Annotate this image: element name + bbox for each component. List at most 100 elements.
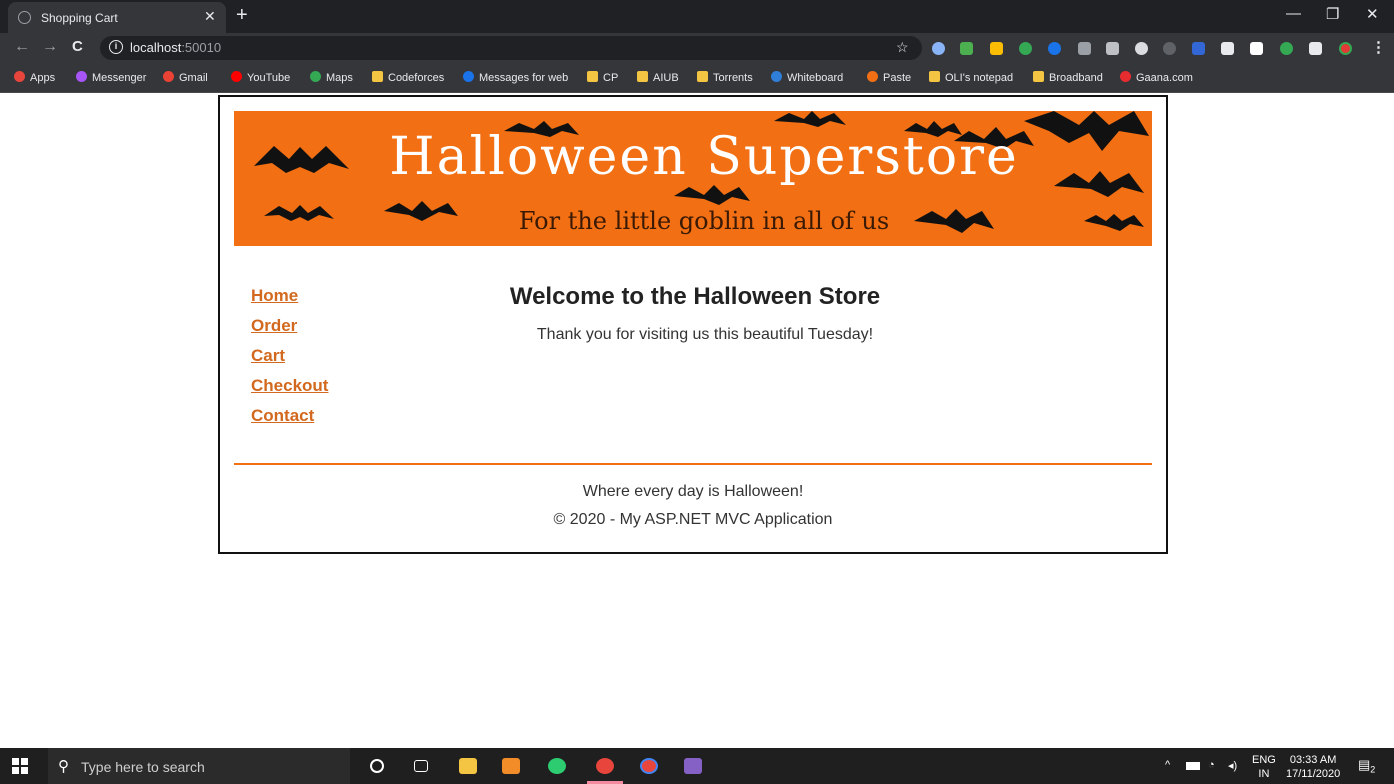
maps-icon	[310, 71, 321, 82]
bookmark-item[interactable]: Paste	[867, 71, 911, 84]
banner-title: Halloween Superstore	[389, 127, 1019, 187]
task-view-icon[interactable]	[414, 760, 428, 772]
extension-trello-icon[interactable]	[1192, 42, 1205, 55]
youtube-icon	[231, 71, 242, 82]
bookmark-label: YouTube	[247, 72, 291, 84]
wifi-icon[interactable]: ◔	[1208, 759, 1215, 771]
welcome-message: Thank you for visiting us this beautiful…	[536, 326, 874, 343]
clock-time: 03:33 AM	[1289, 754, 1337, 766]
bookmark-item[interactable]: Torrents	[697, 71, 753, 84]
bookmark-item[interactable]: Maps	[310, 71, 353, 84]
language-indicator[interactable]: ENG IN	[1252, 753, 1276, 781]
clock-date: 17/11/2020	[1286, 768, 1341, 780]
new-tab-button[interactable]: +	[236, 4, 248, 27]
bookmark-item[interactable]: Messages for web	[463, 71, 568, 84]
google-drive-icon[interactable]	[990, 42, 1003, 55]
footer-tagline: Where every day is Halloween!	[582, 483, 804, 500]
bookmark-item[interactable]: Gaana.com	[1120, 71, 1193, 84]
nav-link-home[interactable]: Home	[251, 285, 328, 315]
gmail-icon	[163, 71, 174, 82]
url-host: localhost	[130, 40, 182, 55]
bookmark-label: Whiteboard	[787, 72, 844, 84]
url-port: :50010	[181, 40, 222, 55]
bookmark-label: Messenger	[92, 72, 147, 84]
cortana-icon[interactable]	[370, 759, 384, 773]
page-heading: Welcome to the Halloween Store	[509, 283, 881, 310]
extension-window-icon[interactable]	[1106, 42, 1119, 55]
extension-screen-icon[interactable]	[1250, 42, 1263, 55]
grammarly-icon[interactable]	[1019, 42, 1032, 55]
extension-blue-icon[interactable]	[1048, 42, 1061, 55]
bookmark-label: Torrents	[713, 72, 753, 84]
volume-icon[interactable]: ◂)	[1228, 759, 1237, 772]
footer-divider	[234, 463, 1152, 465]
extension-green-icon[interactable]	[1280, 42, 1293, 55]
bookmark-label: Maps	[326, 72, 353, 84]
lang-code: ENG	[1252, 754, 1276, 766]
extension-globe-dim-icon[interactable]	[1163, 42, 1176, 55]
visual-studio-icon[interactable]	[684, 758, 702, 774]
bookmark-item[interactable]: CP	[587, 71, 618, 84]
footer-copyright: © 2020 - My ASP.NET MVC Application	[553, 511, 833, 528]
nav-link-checkout[interactable]: Checkout	[251, 375, 328, 405]
paste-icon	[867, 71, 878, 82]
bookmark-item[interactable]: OLI's notepad	[929, 71, 1013, 84]
reload-button[interactable]: C	[72, 38, 83, 55]
bookmark-item[interactable]: Codeforces	[372, 71, 444, 84]
taskbar-search-box[interactable]: ⚲ Type here to search	[48, 748, 350, 784]
address-url: localhost:50010	[130, 40, 221, 55]
folder-icon	[697, 71, 708, 82]
minimize-button[interactable]: —	[1286, 5, 1301, 22]
file-explorer-icon[interactable]	[459, 758, 477, 774]
extension-leaf-icon[interactable]	[1078, 42, 1091, 55]
notification-icon[interactable]: ▤2	[1358, 757, 1375, 775]
sidebar-nav: Home Order Cart Checkout Contact	[251, 285, 328, 435]
tray-chevron-icon[interactable]: ^	[1165, 759, 1170, 771]
chrome-profile-icon[interactable]	[640, 758, 658, 774]
profile-avatar[interactable]	[1339, 42, 1352, 55]
folder-icon	[1033, 71, 1044, 82]
sublime-text-icon[interactable]	[502, 758, 520, 774]
bookmark-item[interactable]: Broadband	[1033, 71, 1103, 84]
extensions-puzzle-icon[interactable]	[1309, 42, 1322, 55]
site-container: Halloween Superstore For the little gobl…	[218, 95, 1168, 554]
menu-kebab-icon[interactable]: ⋮	[1371, 38, 1386, 56]
browser-tab-strip: Shopping Cart ✕ + — ❐ ✕	[0, 0, 1394, 33]
system-clock[interactable]: 03:33 AM 17/11/2020	[1286, 753, 1340, 781]
bookmark-label: Messages for web	[479, 72, 569, 84]
extension-shield-icon[interactable]	[932, 42, 945, 55]
nav-link-contact[interactable]: Contact	[251, 405, 328, 435]
folder-icon	[587, 71, 598, 82]
battery-icon[interactable]	[1186, 762, 1200, 770]
bookmark-label: Paste	[883, 72, 912, 84]
bookmark-label: Codeforces	[388, 72, 445, 84]
forward-button[interactable]: →	[42, 38, 58, 56]
bookmark-item[interactable]: Whiteboard	[771, 71, 843, 84]
restore-button[interactable]: ❐	[1326, 5, 1339, 23]
bookmark-item[interactable]: Messenger	[76, 71, 146, 84]
nav-link-order[interactable]: Order	[251, 315, 328, 345]
bookmark-item[interactable]: Gmail	[163, 71, 208, 84]
chrome-icon[interactable]	[596, 758, 614, 774]
bookmark-item[interactable]: YouTube	[231, 71, 290, 84]
tab-close-icon[interactable]: ✕	[204, 8, 216, 25]
extension-globe-icon[interactable]	[1135, 42, 1148, 55]
extension-drive-icon[interactable]	[1221, 42, 1234, 55]
extension-translate-icon[interactable]	[960, 42, 973, 55]
notification-count: 2	[1370, 764, 1376, 775]
app-green-icon[interactable]	[548, 758, 566, 774]
windows-start-icon[interactable]	[12, 758, 28, 774]
tab-shopping-cart[interactable]: Shopping Cart ✕	[8, 2, 226, 33]
bookmark-label: OLI's notepad	[945, 72, 1014, 84]
back-button[interactable]: ←	[14, 38, 30, 56]
info-icon[interactable]: i	[109, 40, 123, 54]
bookmark-item[interactable]: Apps	[14, 71, 55, 84]
close-window-button[interactable]: ✕	[1366, 5, 1379, 23]
folder-icon	[372, 71, 383, 82]
whiteboard-icon	[771, 71, 782, 82]
bookmark-star-icon[interactable]: ☆	[896, 39, 909, 56]
nav-link-cart[interactable]: Cart	[251, 345, 328, 375]
bookmark-item[interactable]: AIUB	[637, 71, 679, 84]
address-bar[interactable]: i localhost:50010 ☆	[100, 36, 922, 60]
messages-icon	[463, 71, 474, 82]
